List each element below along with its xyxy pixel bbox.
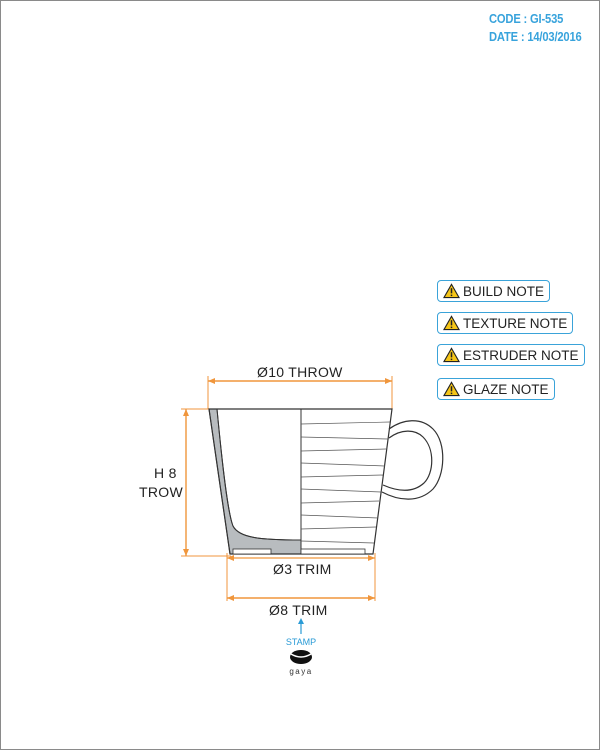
height-label-line1: H 8 xyxy=(154,465,177,481)
inner-trim-label: Ø3 TRIM xyxy=(273,561,332,577)
drawing-sheet: CODE : GI-535 DATE : 14/03/2016 BUILD NO… xyxy=(0,0,600,750)
top-diameter-label: Ø10 THROW xyxy=(257,364,343,380)
base-trim-label: Ø8 TRIM xyxy=(269,602,328,618)
cup-section-cut xyxy=(208,408,302,555)
stamp-label: STAMP xyxy=(285,637,317,647)
stamp-arrow xyxy=(298,618,304,634)
top-diameter-dimension xyxy=(207,376,393,409)
brand-name: gaya xyxy=(289,667,313,676)
cup-handle xyxy=(381,420,444,500)
base-trim-dimension xyxy=(227,595,375,601)
height-label-line2: TROW xyxy=(139,484,183,500)
cup-body xyxy=(208,408,393,555)
gaya-logo xyxy=(290,650,312,664)
